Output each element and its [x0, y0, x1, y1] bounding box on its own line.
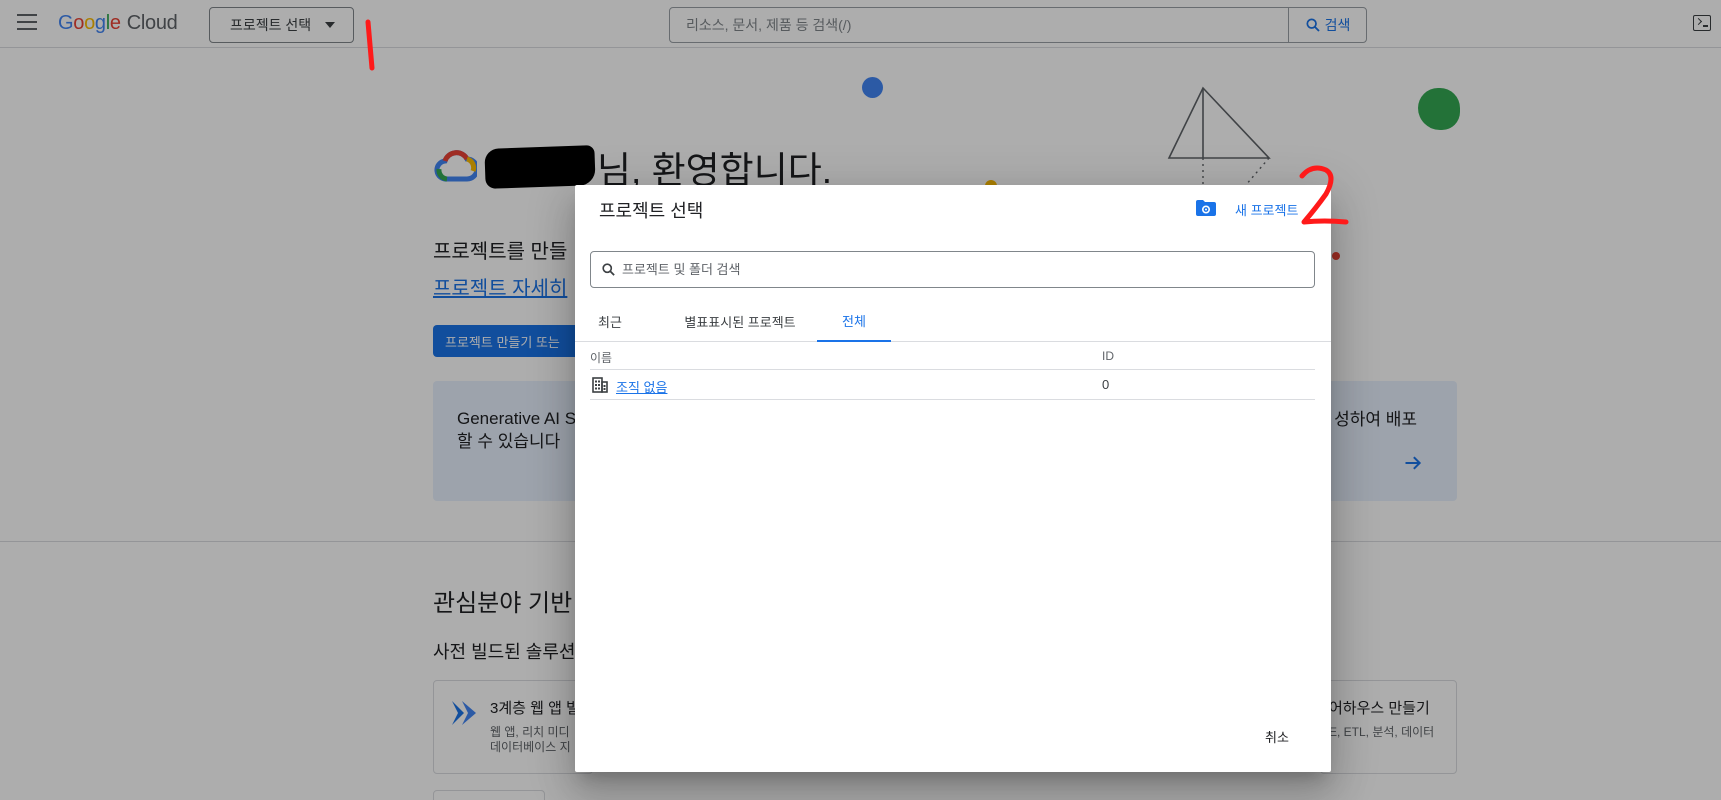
- column-header-id[interactable]: ID: [1102, 349, 1114, 363]
- tab-all[interactable]: 전체: [817, 300, 891, 342]
- organization-building-icon: [592, 377, 608, 393]
- row-name-link[interactable]: 조직 없음: [616, 377, 667, 396]
- dialog-search-box: [590, 251, 1315, 288]
- annotation-mark-2: [1299, 165, 1349, 225]
- table-row[interactable]: 조직 없음 0: [590, 370, 1315, 400]
- search-icon: [602, 263, 615, 276]
- tab-recent[interactable]: 최근: [590, 300, 630, 342]
- new-project-button[interactable]: 새 프로젝트: [1235, 200, 1298, 219]
- tab-starred[interactable]: 별표표시된 프로젝트: [660, 300, 820, 342]
- column-header-name[interactable]: 이름: [590, 349, 612, 366]
- annotation-mark-1: [365, 19, 375, 71]
- dialog-tab-bar: 최근 별표표시된 프로젝트 전체: [575, 300, 1331, 342]
- cancel-button[interactable]: 취소: [1265, 727, 1289, 746]
- dialog-title: 프로젝트 선택: [599, 201, 704, 221]
- select-project-dialog: 프로젝트 선택 새 프로젝트 최근 별표표시된 프로젝트 전체 이름 ID 조직…: [575, 185, 1331, 772]
- project-table-header: 이름 ID: [590, 342, 1315, 370]
- row-id: 0: [1102, 377, 1110, 392]
- dialog-search-input[interactable]: [622, 262, 1314, 277]
- manage-folder-settings-icon[interactable]: [1195, 199, 1217, 217]
